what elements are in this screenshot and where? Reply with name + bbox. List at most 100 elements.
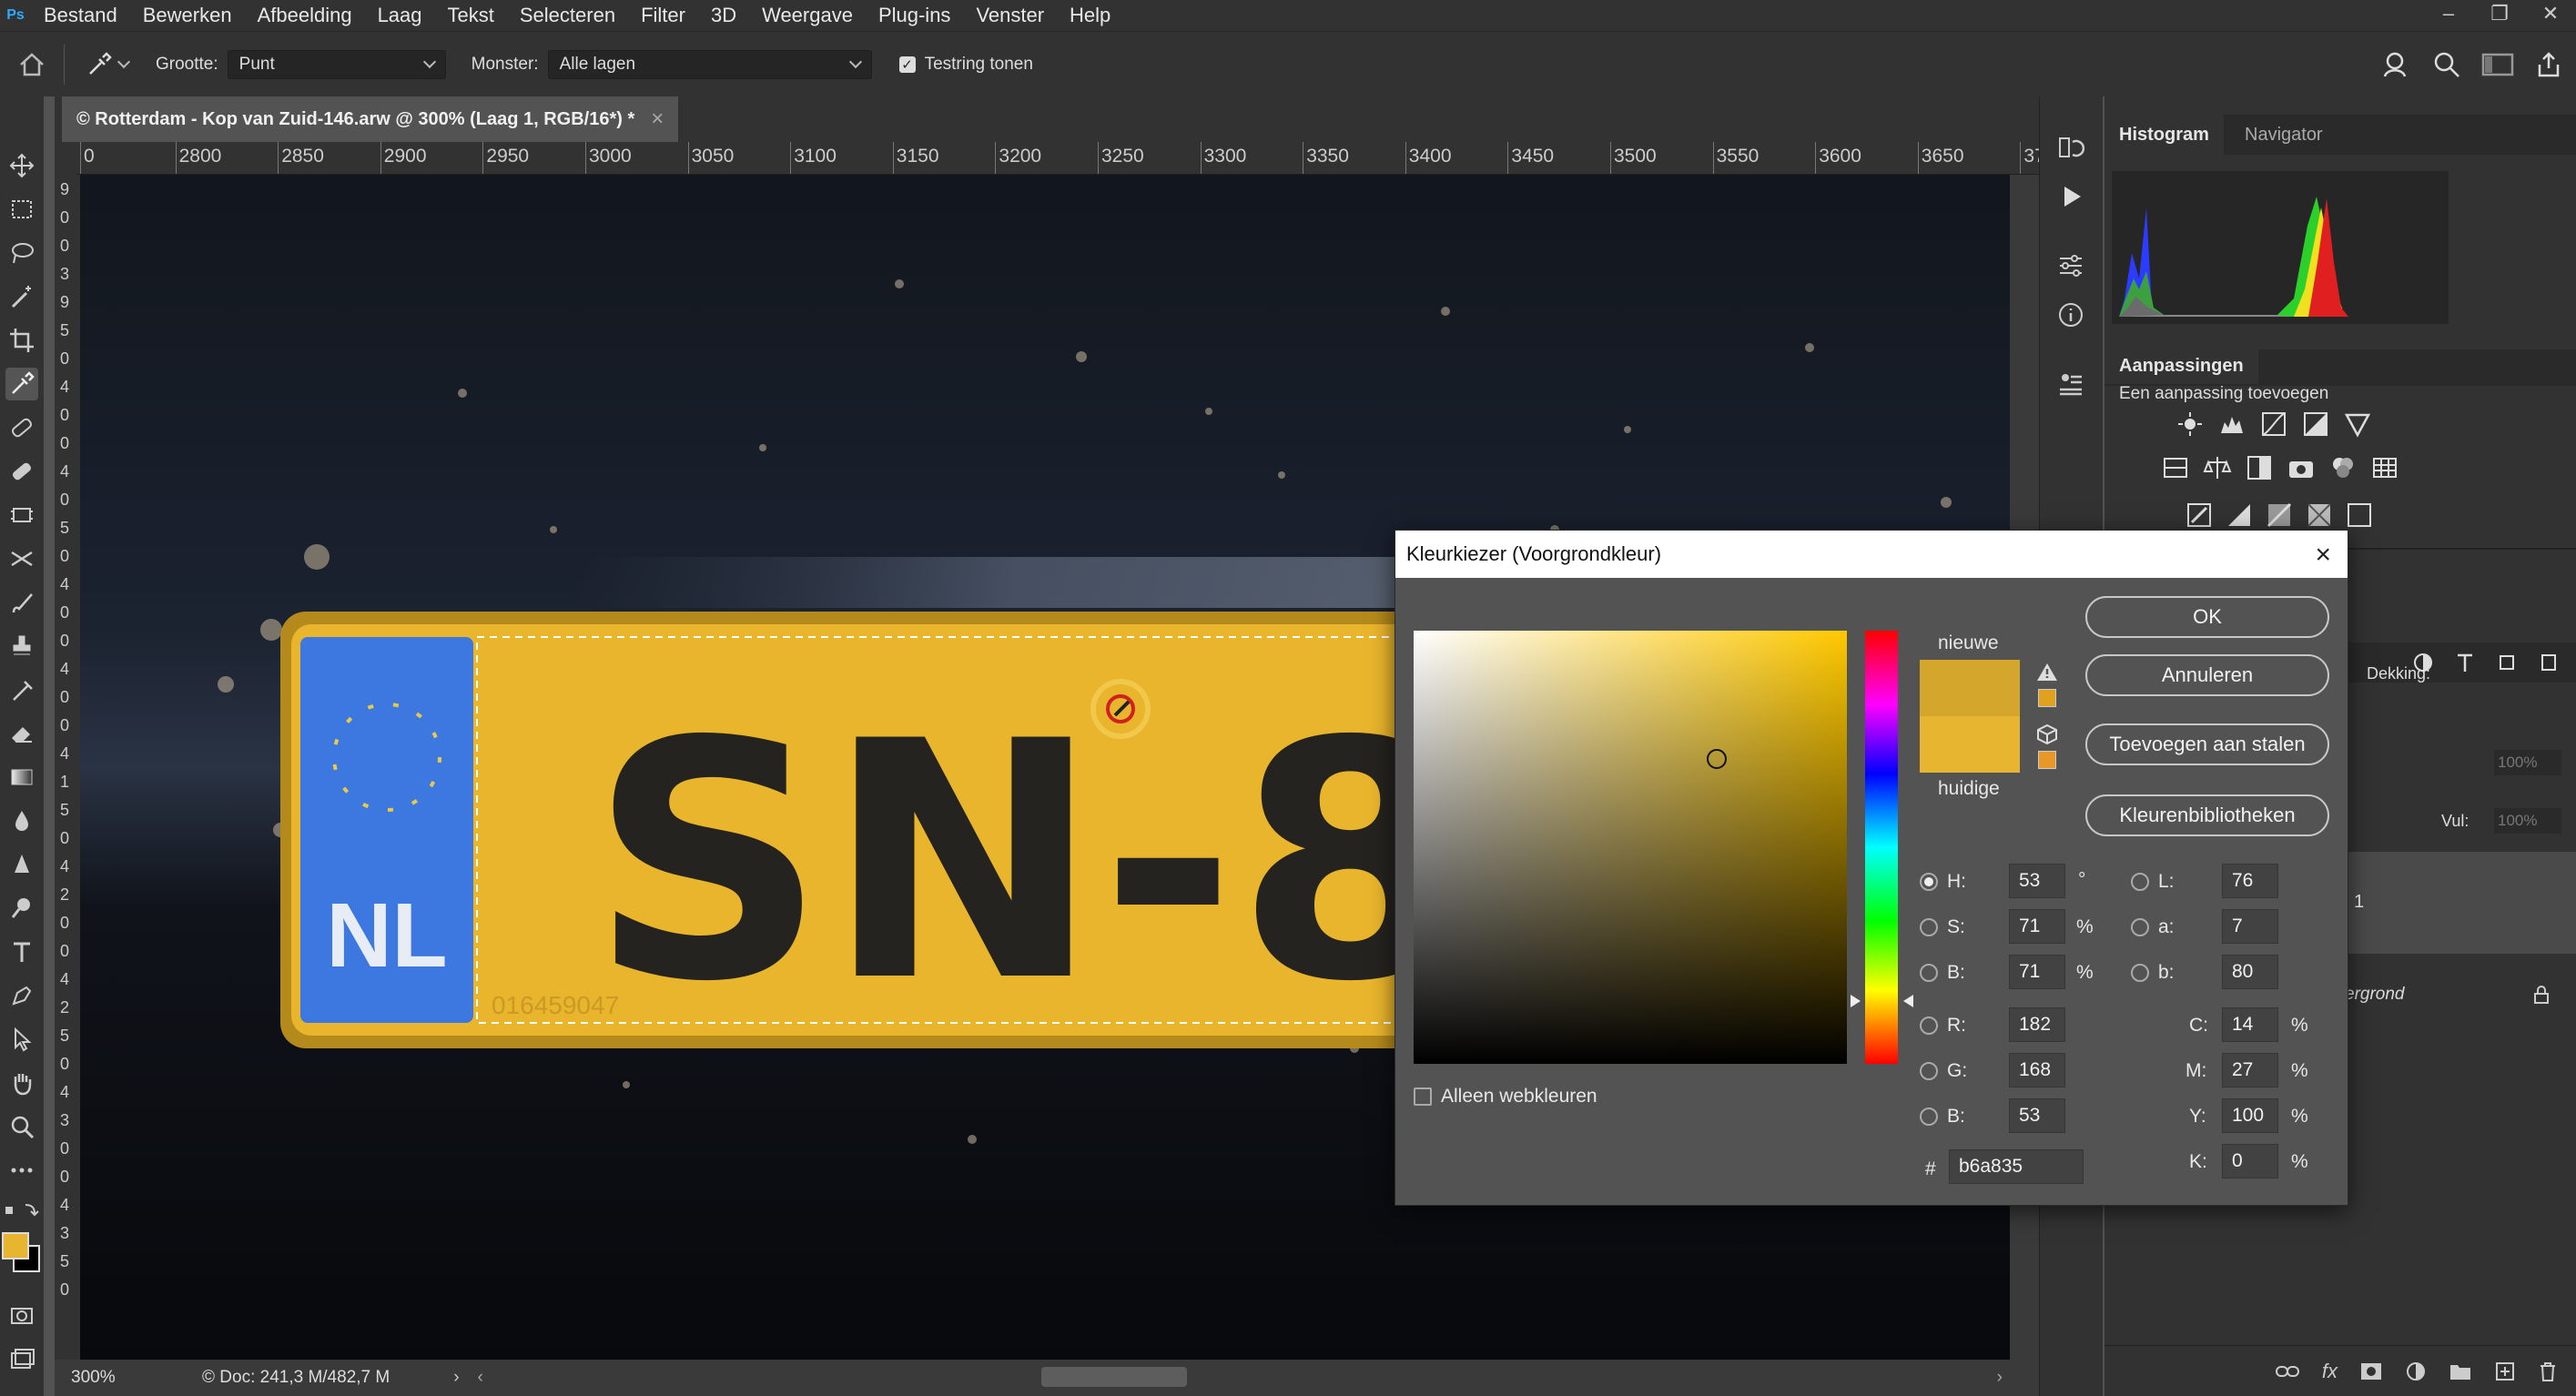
color-libraries-button[interactable]: Kleurenbibliotheken: [2085, 794, 2329, 836]
color-lookup-icon[interactable]: [2370, 453, 2399, 482]
info-panel-icon[interactable]: [2054, 298, 2087, 331]
yellow-input[interactable]: 100: [2222, 1098, 2278, 1133]
fx-icon[interactable]: fx: [2322, 1360, 2338, 1383]
levels-icon[interactable]: [2217, 410, 2246, 439]
menu-laag[interactable]: Laag: [365, 0, 435, 31]
invert-icon[interactable]: [2185, 501, 2214, 530]
close-tab-icon[interactable]: ×: [651, 106, 664, 132]
web-colors-only-checkbox[interactable]: [1414, 1087, 1432, 1106]
green-radio[interactable]: [1920, 1062, 1938, 1080]
more-tools-icon[interactable]: [5, 1154, 38, 1187]
threshold-icon[interactable]: [2265, 501, 2294, 530]
eyedropper-tool-selected-icon[interactable]: [5, 368, 38, 400]
hand-tool-icon[interactable]: [5, 1067, 38, 1099]
type-layer-filter-icon[interactable]: [2454, 652, 2476, 673]
saturation-radio[interactable]: [1920, 918, 1938, 936]
close-dialog-icon[interactable]: ×: [2315, 540, 2331, 571]
zoom-level[interactable]: 300%: [71, 1368, 171, 1388]
delete-layer-icon[interactable]: [2538, 1361, 2558, 1382]
minimize-icon[interactable]: –: [2423, 0, 2474, 31]
show-ring-checkbox[interactable]: ✓: [898, 56, 916, 73]
scroll-right-icon[interactable]: ›: [1997, 1368, 2003, 1388]
restore-icon[interactable]: ❐: [2474, 0, 2525, 31]
quick-mask-icon[interactable]: [5, 1300, 38, 1332]
opacity-input[interactable]: 100%: [2494, 750, 2561, 775]
share-icon[interactable]: [2534, 50, 2563, 79]
green-input[interactable]: 168: [2009, 1053, 2065, 1087]
hue-slider[interactable]: [1865, 631, 1898, 1064]
brightness-input[interactable]: 71: [2009, 955, 2065, 989]
menu-3d[interactable]: 3D: [698, 0, 749, 31]
cancel-button[interactable]: Annuleren: [2085, 654, 2329, 696]
healing-brush-tool-icon[interactable]: [5, 411, 38, 444]
channel-mixer-icon[interactable]: [2328, 453, 2358, 482]
sharpen-tool-icon[interactable]: [5, 848, 38, 881]
lasso-tool-icon[interactable]: [5, 237, 38, 269]
adjustments-panel-icon[interactable]: [2054, 249, 2087, 282]
properties-panel-icon[interactable]: [2054, 368, 2087, 400]
crop-tool-icon[interactable]: [5, 324, 38, 357]
lightness-input[interactable]: 76: [2222, 864, 2278, 898]
hue-radio[interactable]: [1920, 873, 1938, 891]
selective-color-icon[interactable]: [2345, 501, 2374, 530]
account-icon[interactable]: [2381, 49, 2412, 80]
workspace-icon[interactable]: [2481, 51, 2514, 78]
menu-tekst[interactable]: Tekst: [435, 0, 507, 31]
menu-weergave[interactable]: Weergave: [749, 0, 866, 31]
out-of-gamut-warning-icon[interactable]: [2036, 662, 2058, 686]
marquee-tool-icon[interactable]: [5, 193, 38, 226]
shape-layer-filter-icon[interactable]: [2496, 652, 2518, 673]
blue-input[interactable]: 53: [2009, 1098, 2065, 1133]
pen-tool-icon[interactable]: [5, 979, 38, 1012]
new-group-icon[interactable]: [2449, 1361, 2472, 1381]
add-to-swatches-button[interactable]: Toevoegen aan stalen: [2085, 723, 2329, 765]
home-icon[interactable]: [0, 50, 64, 79]
magenta-input[interactable]: 27: [2222, 1053, 2278, 1087]
brightness-radio[interactable]: [1920, 964, 1938, 982]
hue-slider-left-arrow[interactable]: [1851, 995, 1861, 1007]
layer-row-selected[interactable]: 1: [2341, 852, 2576, 954]
gradient-map-icon[interactable]: [2305, 501, 2334, 530]
gamut-color-swatch[interactable]: [2038, 689, 2056, 707]
hue-input[interactable]: 53: [2009, 864, 2065, 898]
layer-row-background[interactable]: ergrond: [2341, 976, 2576, 1016]
vertical-ruler[interactable]: 9 0 0 3 9 5 0 4 0 0 4 0 5 0 4 0 0 4 0 0 4 1 5 0 4 2 0 0 4 2 5 0 4 3 0 0 4 3 5 0: [55, 175, 80, 1360]
fill-input[interactable]: 100%: [2494, 808, 2561, 834]
menu-filter[interactable]: Filter: [628, 0, 698, 31]
status-menu-arrow-icon[interactable]: ›: [453, 1368, 459, 1388]
eraser-tool-icon[interactable]: [5, 717, 38, 750]
saturation-input[interactable]: 71: [2009, 909, 2065, 944]
swap-colors-icon[interactable]: [4, 1201, 40, 1224]
screen-mode-icon[interactable]: [5, 1343, 38, 1376]
b-channel-radio[interactable]: [2131, 964, 2149, 982]
color-balance-icon[interactable]: [2203, 453, 2232, 482]
red-input[interactable]: 182: [2009, 1007, 2065, 1042]
clone-stamp-tool-icon[interactable]: [5, 630, 38, 663]
blue-radio[interactable]: [1920, 1108, 1938, 1126]
black-white-icon[interactable]: [2245, 453, 2274, 482]
sample-select[interactable]: Alle lagen: [547, 49, 872, 79]
move-tool-icon[interactable]: [5, 149, 38, 182]
menu-help[interactable]: Help: [1057, 0, 1123, 31]
hex-input[interactable]: b6a835: [1949, 1149, 2084, 1184]
path-selection-tool-icon[interactable]: [5, 1023, 38, 1056]
hue-saturation-icon[interactable]: [2161, 453, 2190, 482]
size-select[interactable]: Punt: [227, 49, 446, 79]
close-window-icon[interactable]: ✕: [2525, 0, 2576, 31]
menu-bestand[interactable]: Bestand: [31, 0, 130, 31]
menu-afbeelding[interactable]: Afbeelding: [245, 0, 365, 31]
tab-adjustments[interactable]: Aanpassingen: [2104, 348, 2258, 384]
new-adjustment-layer-icon[interactable]: [2405, 1361, 2427, 1382]
magic-wand-tool-icon[interactable]: [5, 280, 38, 313]
chevron-down-icon[interactable]: [117, 55, 131, 69]
a-channel-input[interactable]: 7: [2222, 909, 2278, 944]
stamp-frame-tool-icon[interactable]: [5, 499, 38, 531]
blur-tool-icon[interactable]: [5, 804, 38, 837]
dialog-title-bar[interactable]: Kleurkiezer (Voorgrondkleur) ×: [1395, 531, 2348, 578]
current-color-swatch[interactable]: [1920, 716, 2020, 773]
history-brush-tool-icon[interactable]: [5, 673, 38, 706]
gradient-tool-icon[interactable]: [5, 761, 38, 794]
hue-slider-right-arrow[interactable]: [1903, 995, 1913, 1007]
menu-plug-ins[interactable]: Plug-ins: [866, 0, 963, 31]
new-layer-icon[interactable]: [2494, 1361, 2516, 1382]
